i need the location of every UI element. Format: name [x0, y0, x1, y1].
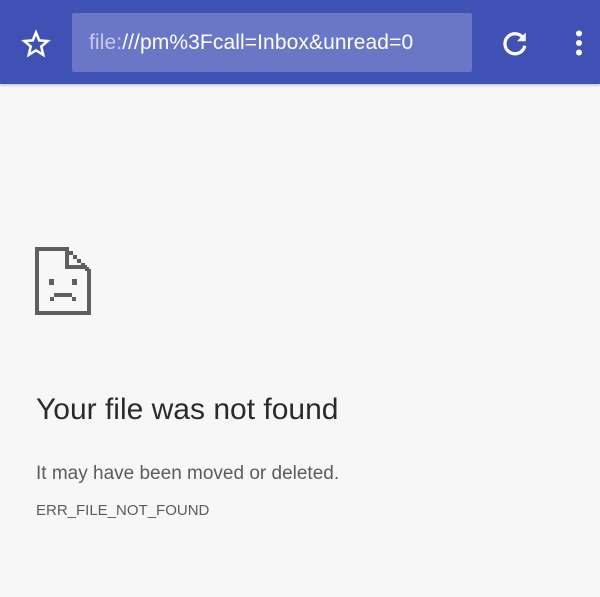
- reload-icon: [503, 32, 527, 56]
- overflow-menu-button[interactable]: [564, 24, 594, 62]
- url-bar[interactable]: file:///pm%3Fcall=Inbox&unread=0: [72, 13, 472, 72]
- browser-toolbar: file:///pm%3Fcall=Inbox&unread=0: [0, 0, 600, 84]
- url-text: file:///pm%3Fcall=Inbox&unread=0: [89, 31, 413, 55]
- error-description: It may have been moved or deleted.: [36, 463, 340, 484]
- more-vert-icon: [576, 30, 582, 56]
- url-path: ///pm%3Fcall=Inbox&unread=0: [122, 30, 414, 54]
- url-scheme: file:: [89, 30, 123, 54]
- sad-file-icon: [35, 247, 91, 315]
- error-code: ERR_FILE_NOT_FOUND: [36, 502, 210, 519]
- star-outline-icon: [21, 29, 51, 58]
- reload-button[interactable]: [496, 24, 534, 62]
- error-title: Your file was not found: [36, 393, 339, 426]
- bookmark-star-button[interactable]: [16, 24, 56, 64]
